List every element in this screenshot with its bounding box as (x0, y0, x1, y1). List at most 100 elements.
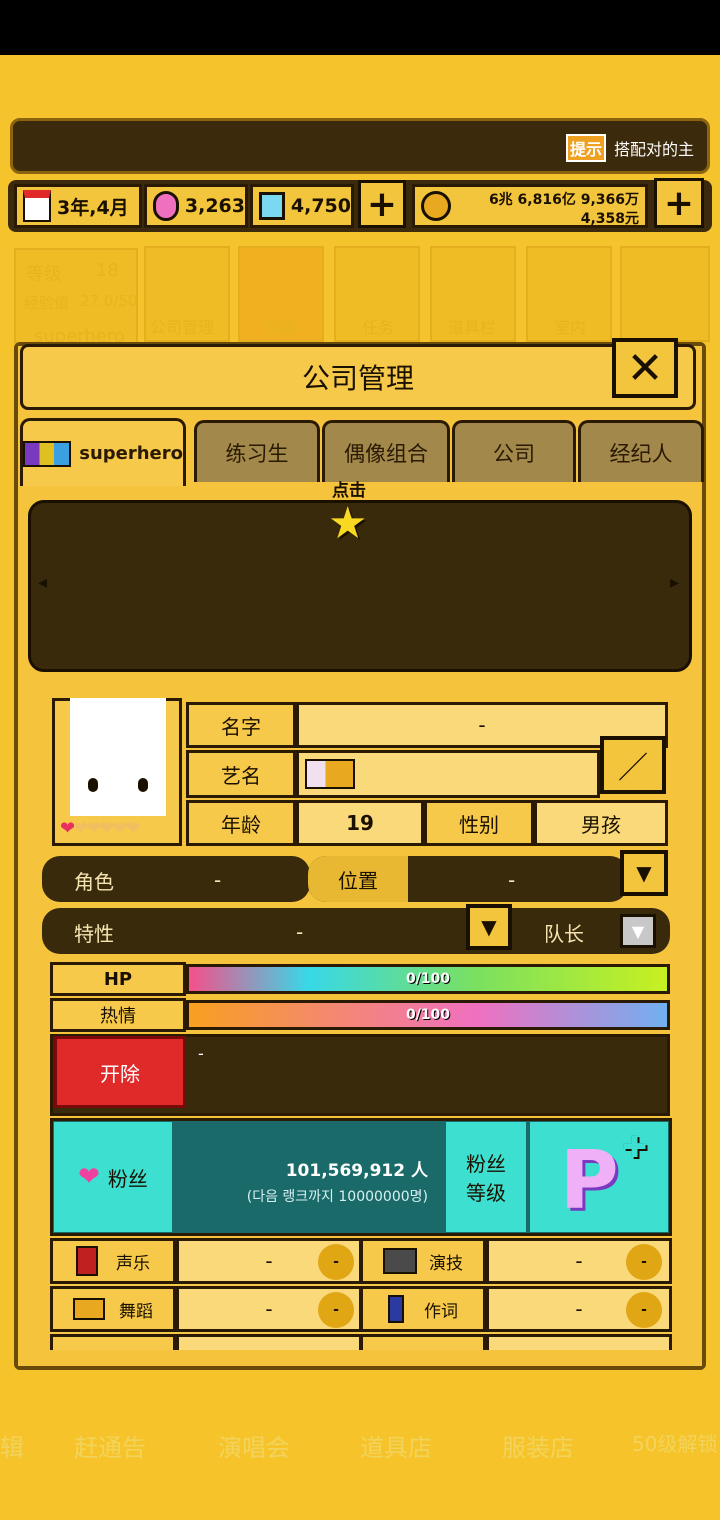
date-text: 3年,4月 (57, 196, 129, 219)
coin-icon (421, 191, 451, 221)
gender-value: 男孩 (534, 800, 668, 846)
close-button[interactable]: ✕ (612, 338, 678, 398)
status-bar (0, 0, 720, 55)
stat-next-row-right-value (486, 1334, 672, 1350)
nav-unlock-50[interactable]: 50级解锁 (632, 1428, 717, 1457)
left-eye (88, 778, 98, 792)
stat-next-row-left (50, 1334, 176, 1350)
nav-album[interactable]: 辑 (0, 1428, 24, 1463)
stat-lyrics-label: 作词 (360, 1286, 486, 1332)
bg-exp-value: 27.0/50 (80, 292, 138, 310)
heart-rating-icon: ❤❤❤❤❤❤ (60, 818, 141, 839)
hp-bar: 0/100 (186, 964, 670, 994)
stage-name-value (296, 750, 600, 798)
diamond-value: 4,750 (290, 195, 351, 217)
nav-clothing-shop[interactable]: 服装店 (502, 1428, 574, 1463)
right-eye (138, 778, 148, 792)
money-chip: 6兆 6,816亿 9,366万 4,358元 (412, 184, 648, 228)
rank-letter-icon: P (560, 1134, 619, 1227)
bg-exp-label: 经验值 (24, 294, 70, 312)
tab-trainee[interactable]: 练习生 (194, 420, 320, 482)
tab-company[interactable]: 公司 (452, 420, 576, 482)
diamond-icon (259, 192, 285, 220)
group-icon (23, 440, 72, 467)
age-value: 19 (296, 800, 424, 846)
pink-gem-icon (153, 191, 179, 221)
portrait-image (70, 698, 166, 816)
tab-idol-group[interactable]: 偶像组合 (322, 420, 450, 482)
fans-count: 101,569,912 人 (285, 1161, 428, 1181)
fans-next-rank: (다음 랭크까지 10000000명) (246, 1189, 428, 1205)
diamond-chip: 4,750 (250, 184, 354, 228)
fan-level-label-1: 粉丝 (466, 1152, 506, 1176)
pink-gem-value: 3,263 (184, 195, 245, 217)
bg-menu-company: 公司管理 (144, 246, 230, 342)
bg-level-label: 等级 (26, 264, 62, 285)
trait-value: - (296, 920, 304, 944)
age-label: 年龄 (186, 800, 296, 846)
role-value: - (214, 868, 222, 892)
leader-checkbox[interactable]: ▼ (620, 914, 656, 948)
bg-menu-task: 任务 (334, 246, 420, 342)
camera-icon (383, 1248, 417, 1274)
position-label: 位置 (308, 856, 408, 902)
stat-acting-label: 演技 (360, 1238, 486, 1284)
shoe-icon (73, 1298, 105, 1320)
fan-rank-badge[interactable]: P ✚ (530, 1122, 668, 1232)
rank-plus-icon: ✚ (622, 1130, 648, 1165)
stat-lyrics-badge: - (626, 1292, 662, 1328)
notes-text: - (198, 1044, 204, 1063)
fans-label: 粉丝 (107, 1166, 148, 1191)
fan-level-label-box: 粉丝 等级 (446, 1122, 526, 1232)
pink-gem-chip: 3,263 (144, 184, 248, 228)
bg-menu-inventory: 道具栏 (430, 246, 516, 342)
money-line-1: 6兆 6,816亿 9,366万 (488, 192, 639, 208)
nav-concert[interactable]: 演唱会 (218, 1428, 290, 1463)
nav-item-shop[interactable]: 道具店 (360, 1428, 432, 1463)
add-currency-button[interactable]: + (358, 180, 406, 228)
tab-superhero-label: superhero (79, 443, 183, 464)
stage-name-label: 艺名 (186, 750, 296, 798)
fans-label-box: ❤ 粉丝 (54, 1122, 172, 1232)
edit-pencil-icon[interactable]: ／ (600, 736, 666, 794)
hint-text: 搭配对的主 (614, 140, 695, 159)
add-money-button[interactable]: + (654, 178, 704, 228)
bg-menu-extra (620, 246, 710, 342)
shoe-icon (305, 759, 355, 789)
money-line-2: 4,358元 (580, 211, 639, 227)
stat-vocal-label: 声乐 (50, 1238, 176, 1284)
stat-dance-label: 舞蹈 (50, 1286, 176, 1332)
name-label: 名字 (186, 702, 296, 748)
bg-menu-recruit: 招募 (238, 246, 324, 342)
tab-superhero[interactable]: superhero (20, 418, 186, 486)
star-icon[interactable]: ★ (328, 498, 367, 549)
passion-bar: 0/100 (186, 1000, 670, 1030)
scroll-left-icon[interactable]: ◂ (38, 572, 47, 593)
stat-next-row-right (360, 1334, 486, 1350)
date-chip: 3年,4月 (14, 184, 142, 228)
stat-dance-badge: - (318, 1292, 354, 1328)
stat-acting-badge: - (626, 1244, 662, 1280)
stats-table: 声乐 - - 演技 - - 舞蹈 - - 作词 - - (50, 1238, 672, 1350)
role-label: 角色 (74, 870, 114, 894)
nav-schedule[interactable]: 赶通告 (74, 1428, 146, 1463)
mic-icon (76, 1246, 98, 1276)
position-value: - (508, 868, 516, 892)
pen-icon (388, 1295, 404, 1323)
gender-label: 性别 (424, 800, 534, 846)
stat-vocal-badge: - (318, 1244, 354, 1280)
tab-manager[interactable]: 经纪人 (578, 420, 704, 482)
hint-icon[interactable]: 提示 (566, 134, 606, 162)
position-dropdown-chevron-icon[interactable]: ▼ (620, 850, 668, 896)
trait-label: 特性 (74, 922, 114, 946)
fan-level-label-2: 等级 (466, 1181, 506, 1205)
bg-level-value: 18 (96, 260, 119, 281)
scroll-right-icon[interactable]: ▸ (670, 572, 679, 593)
panel-title: 公司管理 (20, 344, 696, 410)
calendar-icon (23, 190, 51, 222)
fire-button[interactable]: 开除 (54, 1036, 186, 1108)
trait-dropdown-chevron-icon[interactable]: ▼ (466, 904, 512, 950)
heart-icon: ❤ (78, 1162, 100, 1192)
stat-next-row-left-value (176, 1334, 362, 1350)
hp-label: HP (50, 962, 186, 996)
